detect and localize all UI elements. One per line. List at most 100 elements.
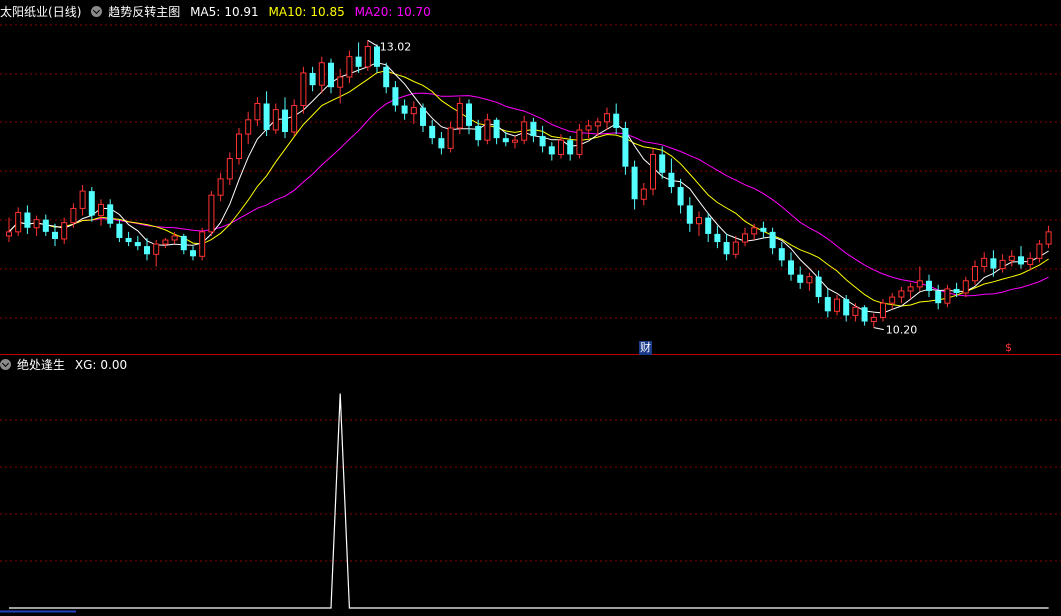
candle-body-down [990,258,997,269]
candle-body-down [714,233,721,243]
candle-body-up [981,257,988,268]
sub-panel-header: 绝处逢生 XG: 0.00 [0,355,133,375]
candle-body-up [521,121,528,141]
candle-body-up [447,127,454,149]
candle-body-up [1027,257,1034,265]
candle-body-up [751,227,758,235]
candle-body-up [300,72,307,107]
candle-body-down [134,242,141,247]
candle-body-up [217,178,224,196]
candle-body-up [70,207,77,224]
high-price-label: 13.02 [380,40,412,53]
dividend-badge[interactable]: $ [1004,341,1013,355]
candle-body-down [309,72,316,86]
candle-body-up [594,121,601,127]
candle-body-down [530,121,537,137]
candle-body-up [558,139,564,155]
kline-chart[interactable]: 13.02 10.20 [0,0,1061,616]
main-panel-header: 太阳纸业(日线) 趋势反转主图 MA5: 10.91 MA10: 10.85 MA2… [0,2,437,22]
candle-body-up [585,125,592,131]
candle-body-down [815,276,822,298]
candle-body-down [953,288,960,293]
candle-body-up [962,280,969,294]
candle-body-up [272,109,279,131]
candle-body-down [622,127,629,167]
xg-legend: XG: 0.00 [74,358,128,372]
candle-body-up [162,239,169,245]
candle-body-up [999,259,1006,270]
candle-body-down [52,231,58,239]
high-marker-line [367,39,379,47]
candle-body-down [190,250,196,257]
candle-body-up [33,219,40,229]
candle-body-down [282,109,288,133]
candle-body-down [659,154,666,173]
candle-body-down [42,219,49,232]
low-marker-line [873,327,884,331]
candle-body-down [1018,256,1024,265]
candle-body-down [686,205,693,224]
xg-value: 0.00 [100,358,128,372]
ma5-line [8,62,1049,314]
ma10-value: 10.85 [310,5,345,19]
period-label: (日线) [48,5,82,19]
candle-body-up [640,188,647,200]
candle-body-down [861,307,868,322]
sub-indicator-dropdown-icon[interactable] [0,359,11,370]
candle-body-down [420,107,426,126]
candle-body-up [153,243,160,255]
candle-body-up [1008,255,1015,261]
candle-body-up [604,113,610,123]
candle-body-down [788,260,794,275]
indicator-dropdown-icon[interactable] [91,6,103,17]
candle-body-up [318,62,325,86]
xg-signal-line [9,393,1049,609]
candle-body-down [926,280,932,291]
ma20-value: 10.70 [396,5,431,19]
candle-body-up [410,107,417,115]
candle-body-up [254,103,261,121]
stock-name: 太阳纸业 [0,5,49,19]
low-price-label: 10.20 [886,324,918,337]
candle-body-up [337,76,344,88]
candle-body-up [972,266,978,282]
candle-body-up [364,45,371,68]
ma10-legend: MA10: 10.85 [268,5,345,19]
candle-body-up [236,133,242,160]
candle-body-down [539,136,546,147]
candle-body-up [291,105,298,133]
candle-body-down [778,248,785,261]
ma20-line [8,92,1049,297]
indicator-name[interactable]: 趋势反转主图 [108,5,180,19]
candle-body-up [576,129,583,155]
candle-body-up [916,280,923,288]
candle-body-up [208,194,215,233]
candle-body-down [328,62,334,88]
candle-body-up [898,290,905,298]
candle-body-down [429,125,436,139]
candle-body-down [107,204,114,224]
candle-body-up [1036,243,1043,259]
ma10-line [8,70,1049,307]
candle-body-up [484,119,491,141]
candle-body-down [677,187,684,206]
candle-body-up [880,302,886,318]
candle-body-down [180,235,187,251]
candle-body-down [88,191,95,216]
candle-body-down [548,146,555,155]
candle-body-down [824,297,831,312]
candle-body-up [944,288,951,304]
candle-body-down [401,105,408,114]
candle-body-up [696,217,702,225]
candle-body-down [567,140,574,155]
candle-body-down [631,166,638,200]
finance-badge[interactable]: 财 [639,341,652,355]
candle-body-down [769,231,776,249]
ma5-value: 10.91 [224,5,259,19]
candle-body-down [125,237,132,243]
candle-body-down [935,290,942,304]
candle-body-up [6,231,12,237]
sub-indicator-name[interactable]: 绝处逢生 [17,358,65,372]
candle-body-down [760,227,767,232]
candle-body-up [852,306,859,316]
